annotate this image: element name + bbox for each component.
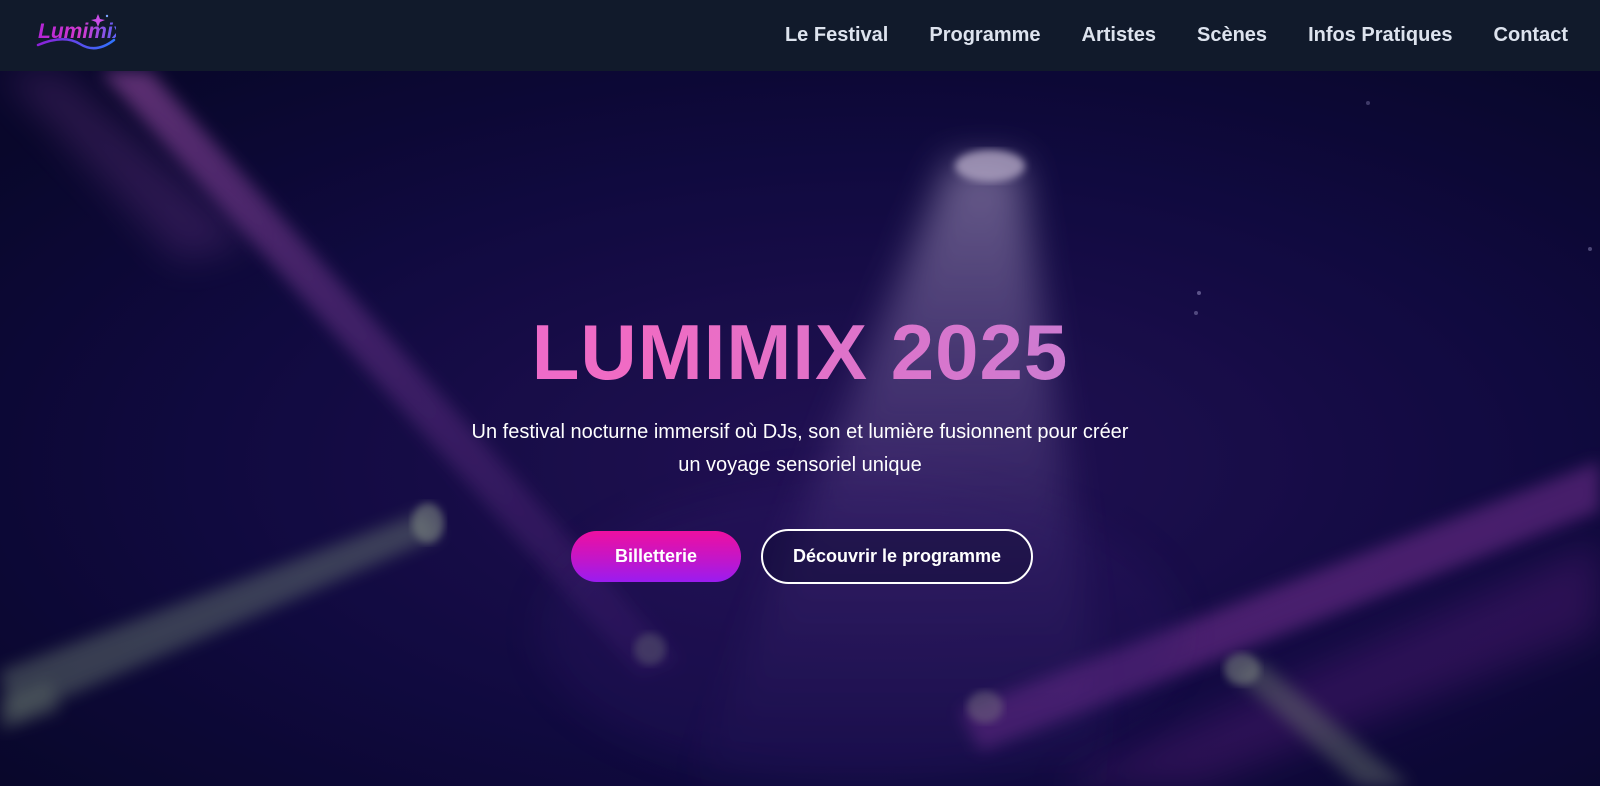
nav-link-le-festival[interactable]: Le Festival bbox=[785, 24, 888, 47]
hero-title: LUMIMIX 2025 bbox=[0, 313, 1600, 391]
nav-link-scenes[interactable]: Scènes bbox=[1197, 24, 1267, 47]
nav-link-programme[interactable]: Programme bbox=[929, 24, 1040, 47]
hero-content: LUMIMIX 2025 Un festival nocturne immers… bbox=[0, 71, 1600, 786]
lumimix-logo[interactable]: Lumimix bbox=[34, 12, 116, 54]
top-navbar: Lumimix Le Festival Programme Artistes S… bbox=[0, 0, 1600, 71]
nav-link-infos-pratiques[interactable]: Infos Pratiques bbox=[1308, 24, 1452, 47]
hero-subtitle: Un festival nocturne immersif où DJs, so… bbox=[471, 421, 1129, 476]
hero-section: LUMIMIX 2025 Un festival nocturne immers… bbox=[0, 71, 1600, 786]
nav-link-contact[interactable]: Contact bbox=[1494, 24, 1568, 47]
logo-wordmark: Lumimix bbox=[38, 20, 116, 43]
nav-link-artistes[interactable]: Artistes bbox=[1082, 24, 1156, 47]
discover-program-button[interactable]: Découvrir le programme bbox=[761, 529, 1033, 584]
ticketing-button[interactable]: Billetterie bbox=[571, 531, 741, 582]
main-navigation: Le Festival Programme Artistes Scènes In… bbox=[785, 0, 1568, 71]
